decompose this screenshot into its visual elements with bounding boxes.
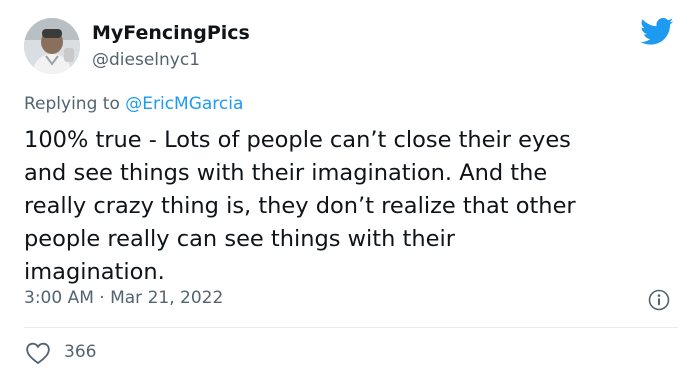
replying-to: Replying to @EricMGarcia — [24, 94, 243, 114]
twitter-bird-icon[interactable] — [640, 18, 674, 46]
tweet-text-line: imagination. — [24, 259, 165, 285]
avatar-photo — [24, 18, 80, 74]
avatar[interactable] — [24, 18, 80, 74]
reply-mention-link[interactable]: @EricMGarcia — [125, 94, 243, 114]
tweet-timestamp[interactable]: 3:00 AM · Mar 21, 2022 — [24, 288, 223, 308]
tweet-text-line: people really can see things with their — [24, 226, 455, 252]
tweet-text: 100% true - Lots of people can’t close t… — [24, 124, 674, 289]
replying-to-prefix: Replying to — [24, 94, 120, 114]
divider — [24, 327, 678, 328]
tweet-text-line: and see things with their imagination. A… — [24, 160, 548, 186]
tweet-text-line: really crazy thing is, they don’t realiz… — [24, 193, 576, 219]
tweet-text-line: 100% true - Lots of people can’t close t… — [24, 127, 571, 153]
heart-icon[interactable] — [25, 341, 51, 365]
author-display-name[interactable]: MyFencingPics — [92, 22, 250, 44]
info-icon[interactable] — [648, 289, 670, 311]
author-handle[interactable]: @dieselnyc1 — [92, 50, 200, 70]
tweet-card: MyFencingPics @dieselnyc1 Replying to @E… — [0, 0, 700, 380]
like-count: 366 — [64, 342, 97, 362]
